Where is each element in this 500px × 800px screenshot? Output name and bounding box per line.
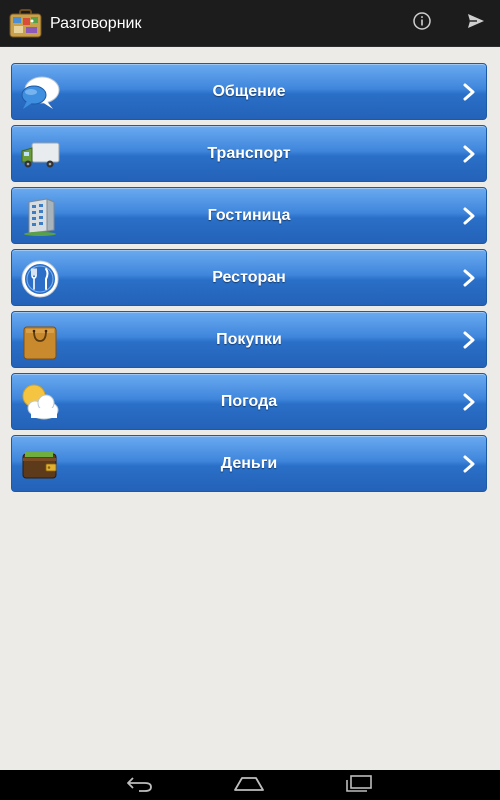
- category-label: Гостиница: [207, 207, 291, 224]
- category-row-hotel[interactable]: Гостиница: [11, 187, 487, 244]
- chevron-right-icon: [462, 454, 476, 474]
- category-row-weather[interactable]: Погода: [11, 373, 487, 430]
- category-row-money[interactable]: Деньги: [11, 435, 487, 492]
- chevron-right-icon: [462, 144, 476, 164]
- nav-back-button[interactable]: [110, 770, 170, 800]
- back-icon: [125, 774, 155, 797]
- home-icon: [233, 775, 265, 796]
- nav-recents-button[interactable]: [328, 770, 388, 800]
- action-bar: Разговорник: [0, 0, 500, 47]
- category-label: Покупки: [216, 331, 282, 348]
- category-label: Транспорт: [207, 145, 291, 162]
- category-label: Ресторан: [212, 269, 286, 286]
- chevron-right-icon: [462, 392, 476, 412]
- category-row-transport[interactable]: Транспорт: [11, 125, 487, 182]
- send-icon: [467, 13, 485, 34]
- category-label: Общение: [212, 83, 286, 100]
- info-icon: [412, 11, 432, 36]
- category-list: Общение Транспорт Гостиница Ресторан Пок…: [11, 63, 487, 497]
- app-title: Разговорник: [50, 15, 142, 32]
- navigation-bar: [0, 770, 500, 800]
- nav-home-button[interactable]: [219, 770, 279, 800]
- share-button[interactable]: [452, 0, 500, 47]
- category-row-communication[interactable]: Общение: [11, 63, 487, 120]
- chevron-right-icon: [462, 206, 476, 226]
- category-row-restaurant[interactable]: Ресторан: [11, 249, 487, 306]
- chevron-right-icon: [462, 82, 476, 102]
- category-row-shopping[interactable]: Покупки: [11, 311, 487, 368]
- info-button[interactable]: [398, 0, 446, 47]
- chevron-right-icon: [462, 330, 476, 350]
- category-label: Погода: [220, 393, 278, 410]
- category-label: Деньги: [220, 455, 278, 472]
- chevron-right-icon: [462, 268, 476, 288]
- suitcase-icon[interactable]: [9, 9, 42, 38]
- recents-icon: [343, 774, 373, 797]
